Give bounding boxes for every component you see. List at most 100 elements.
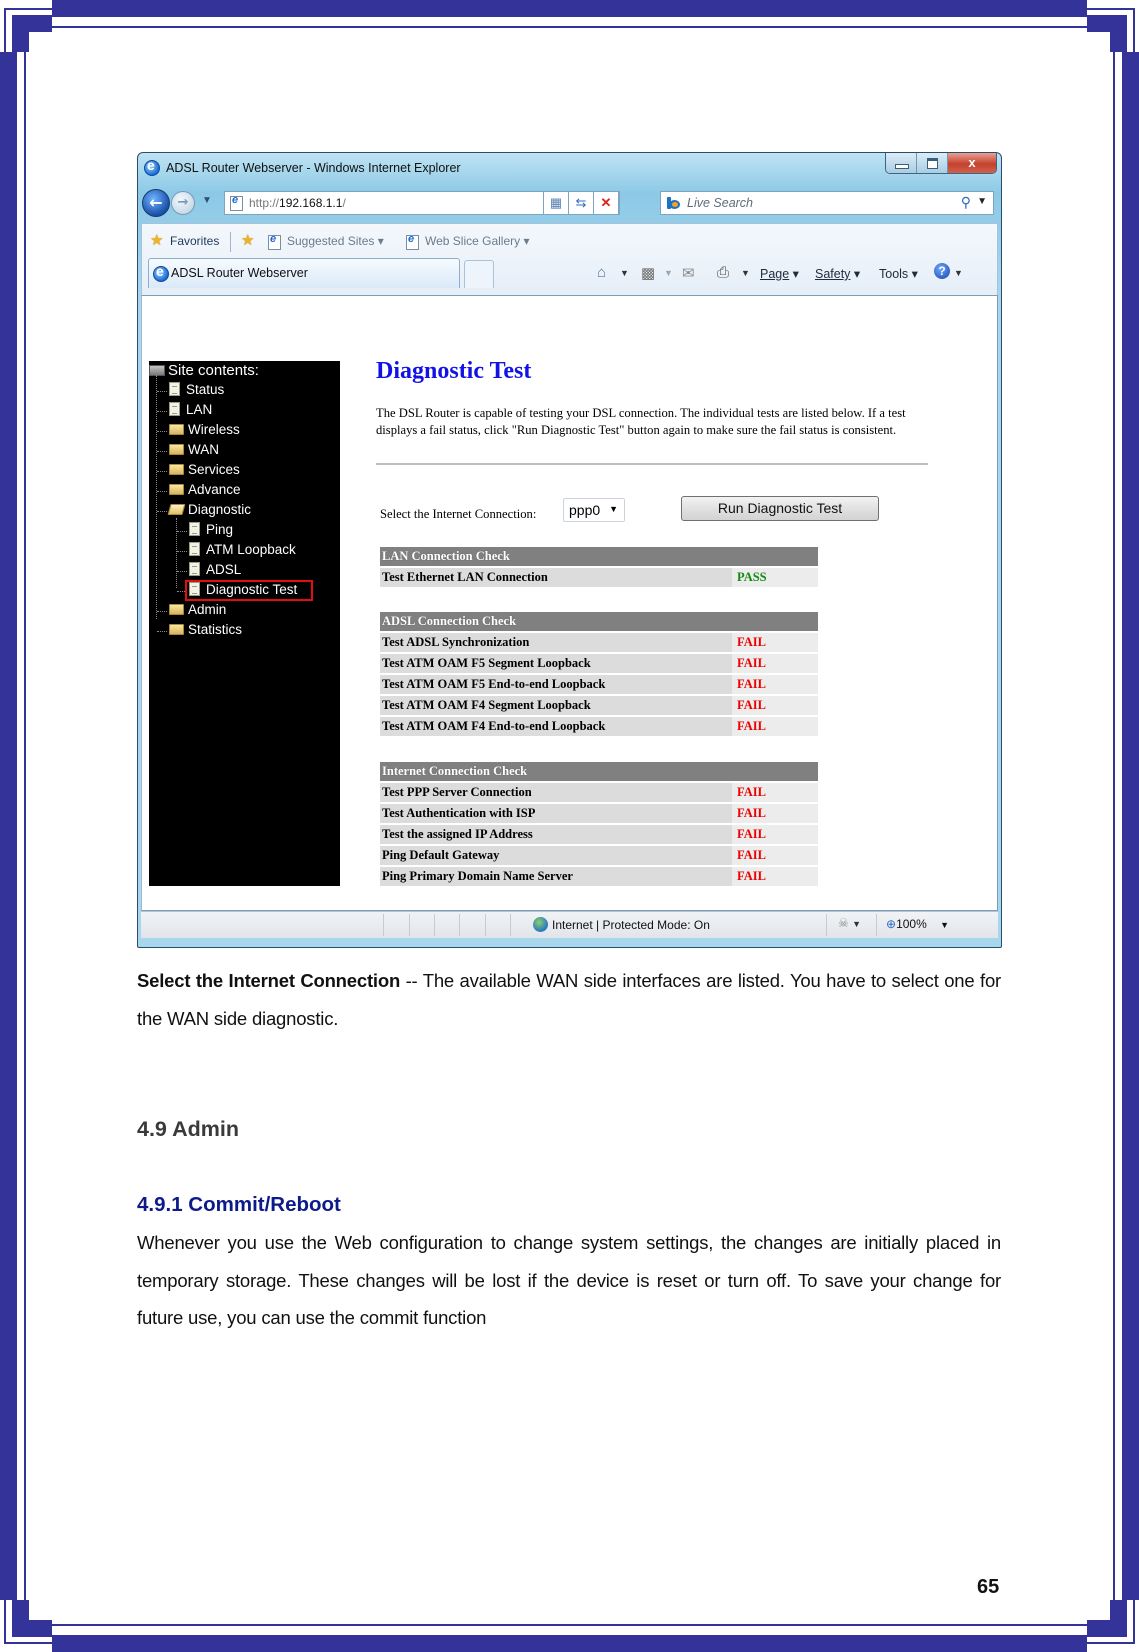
help-icon[interactable]: ? xyxy=(934,263,950,279)
search-box[interactable]: Live Search ⚲ ▼ xyxy=(660,191,994,215)
sidebar-item-statistics[interactable]: Statistics xyxy=(169,622,242,637)
tree-line xyxy=(157,431,167,432)
test-result: FAIL xyxy=(732,633,818,652)
test-result: FAIL xyxy=(732,675,818,694)
status-divider xyxy=(876,914,877,936)
frame-corner-tl-block xyxy=(12,15,29,52)
home-dropdown-icon[interactable]: ▼ xyxy=(620,268,629,278)
table-row: Ping Primary Domain Name Server FAIL xyxy=(380,867,818,886)
close-button[interactable]: x xyxy=(948,153,996,173)
sidebar-item-services[interactable]: Services xyxy=(169,462,240,477)
stop-icon[interactable]: ✕ xyxy=(593,191,619,215)
selected-item-highlight xyxy=(185,580,313,601)
internet-connection-select[interactable]: ppp0 ▼ xyxy=(563,498,625,522)
body-paragraph: Whenever you use the Web configuration t… xyxy=(137,1232,1001,1328)
search-icon[interactable]: ⚲ xyxy=(961,194,971,211)
tab-row: ADSL Router Webserver ⌂ ▼ ▩ ▼ ✉ ⎙ ▼ Page… xyxy=(142,258,997,294)
minimize-button[interactable] xyxy=(886,153,917,173)
status-divider xyxy=(459,914,460,936)
refresh-icon[interactable]: ⇆ xyxy=(568,191,594,215)
frame-corner-bl-line xyxy=(4,1642,52,1644)
sidebar-item-status[interactable]: Status xyxy=(169,382,224,397)
compatibility-view-icon[interactable]: ▦ xyxy=(543,191,569,215)
run-diagnostic-test-button[interactable]: Run Diagnostic Test xyxy=(681,496,879,521)
feeds-dropdown-icon[interactable]: ▼ xyxy=(664,268,673,278)
sidebar-item-adsl[interactable]: ADSL xyxy=(189,562,241,577)
print-icon[interactable]: ⎙ xyxy=(717,264,729,281)
sidebar-item-label: Ping xyxy=(206,522,234,537)
tree-line xyxy=(177,551,187,552)
sidebar-item-wan[interactable]: WAN xyxy=(169,442,219,457)
sidebar-item-atm-loopback[interactable]: ATM Loopback xyxy=(189,542,296,557)
security-zone[interactable]: Internet | Protected Mode: On xyxy=(533,917,710,932)
protected-mode-icon[interactable]: ☠ ▼ xyxy=(838,916,861,930)
sidebar-item-lan[interactable]: LAN xyxy=(169,402,212,417)
section-header: ADSL Connection Check xyxy=(380,612,818,631)
section-heading: 4.9 Admin xyxy=(137,1117,239,1141)
back-button[interactable]: ← xyxy=(142,189,170,217)
tab-adsl-router-webserver[interactable]: ADSL Router Webserver xyxy=(148,258,460,288)
page-number: 65 xyxy=(977,1576,1000,1598)
table-row: Test ATM OAM F4 End-to-end Loopback FAIL xyxy=(380,717,818,736)
tree-line xyxy=(157,451,167,452)
sidebar-item-diagnostic[interactable]: Diagnostic xyxy=(167,502,251,517)
safety-menu[interactable]: Safety ▾ xyxy=(815,266,860,281)
test-result: FAIL xyxy=(732,867,818,886)
window-controls: x xyxy=(885,153,997,174)
search-placeholder: Live Search xyxy=(687,196,754,210)
table-row: Test ATM OAM F5 End-to-end Loopback FAIL xyxy=(380,675,818,694)
forward-button[interactable]: → xyxy=(171,191,195,215)
globe-icon xyxy=(533,917,548,932)
add-favorites-icon[interactable]: ★ xyxy=(241,231,254,249)
new-tab-button[interactable] xyxy=(464,260,494,288)
folder-open-icon xyxy=(167,504,186,515)
favorites-separator xyxy=(230,232,231,252)
test-name: Test Ethernet LAN Connection xyxy=(380,568,732,587)
read-mail-icon[interactable]: ✉ xyxy=(682,264,695,282)
command-area: ★ Favorites ★ Suggested Sites ▾ Web Slic… xyxy=(141,223,998,296)
tree-line xyxy=(157,511,167,512)
tree-line xyxy=(176,518,177,588)
page-viewport: Site contents: Status LAN Wireless WAN Servi… xyxy=(141,295,998,911)
test-name: Test the assigned IP Address xyxy=(380,825,732,844)
maximize-button[interactable] xyxy=(917,153,948,173)
title-bar: ADSL Router Webserver - Windows Internet… xyxy=(138,153,1001,185)
suggested-sites-link[interactable]: Suggested Sites ▾ xyxy=(287,234,384,248)
table-row: Test PPP Server Connection FAIL xyxy=(380,783,818,802)
tree-line xyxy=(157,391,167,392)
frame-left-line xyxy=(24,52,26,1600)
zoom-level[interactable]: ⊕100% ▼ xyxy=(886,917,949,931)
sidebar-item-advance[interactable]: Advance xyxy=(169,482,241,497)
status-divider xyxy=(510,914,511,936)
tree-line xyxy=(177,531,187,532)
document-icon xyxy=(169,402,180,416)
history-dropdown-icon[interactable]: ▼ xyxy=(202,195,212,206)
print-dropdown-icon[interactable]: ▼ xyxy=(741,268,750,278)
test-result: FAIL xyxy=(732,696,818,715)
table-row: Test the assigned IP Address FAIL xyxy=(380,825,818,844)
sidebar-item-label: WAN xyxy=(188,442,219,457)
tree-line xyxy=(157,631,167,632)
home-icon[interactable]: ⌂ xyxy=(597,264,606,281)
help-dropdown-icon[interactable]: ▼ xyxy=(954,268,963,278)
select-value: ppp0 xyxy=(569,502,601,518)
sidebar-item-ping[interactable]: Ping xyxy=(189,522,233,537)
sidebar-item-label: Status xyxy=(186,382,225,397)
frame-corner-tr-block xyxy=(1110,15,1127,52)
frame-corner-br-block xyxy=(1110,1600,1127,1637)
frame-corner-bl-line xyxy=(4,1600,6,1644)
feeds-icon[interactable]: ▩ xyxy=(641,264,655,282)
address-text[interactable]: http://192.168.1.1/ xyxy=(249,196,346,210)
tab-ie-icon xyxy=(153,263,169,282)
check-table: Internet Connection Check Test PPP Server… xyxy=(380,760,818,888)
tools-menu[interactable]: Tools ▾ xyxy=(879,266,918,281)
folder-icon xyxy=(169,464,184,475)
page-menu[interactable]: Page ▾ xyxy=(760,266,799,281)
sidebar-item-admin[interactable]: Admin xyxy=(169,602,226,617)
favorites-button[interactable]: Favorites xyxy=(170,234,219,248)
sidebar-item-wireless[interactable]: Wireless xyxy=(169,422,240,437)
sidebar-item-label: ADSL xyxy=(206,562,242,577)
web-slice-gallery-link[interactable]: Web Slice Gallery ▾ xyxy=(425,234,530,248)
table-row: Test ADSL Synchronization FAIL xyxy=(380,633,818,652)
search-dropdown-icon[interactable]: ▼ xyxy=(977,196,987,207)
